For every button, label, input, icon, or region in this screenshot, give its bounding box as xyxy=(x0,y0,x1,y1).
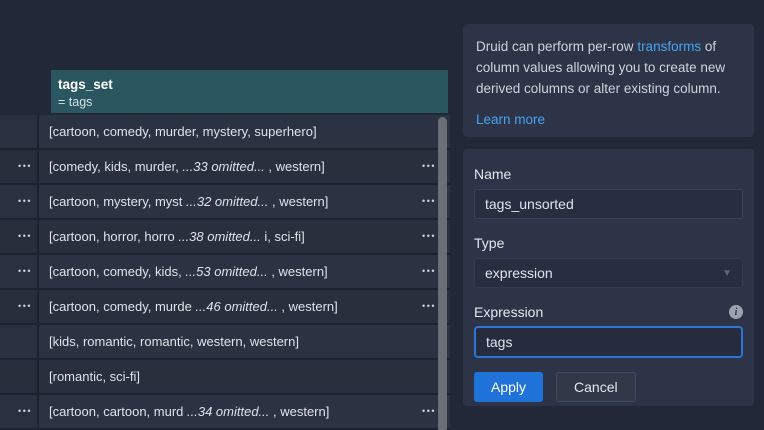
overflow-dots[interactable]: ••• xyxy=(422,162,436,171)
transforms-link[interactable]: transforms xyxy=(637,39,701,54)
name-input[interactable] xyxy=(474,189,743,219)
info-text: Druid can perform per-row xyxy=(476,39,637,54)
table-row: [romantic, sci-fi] xyxy=(0,360,450,395)
row-gutter: ••• xyxy=(0,185,39,220)
cell-value: [romantic, sci-fi] xyxy=(49,369,436,384)
overflow-dots[interactable]: ••• xyxy=(422,267,436,276)
chevron-down-icon: ▼ xyxy=(722,268,732,279)
type-select[interactable]: expression ▼ xyxy=(474,258,743,288)
scrollbar-thumb[interactable] xyxy=(438,117,447,430)
row-gutter: ••• xyxy=(0,290,39,325)
expression-input[interactable] xyxy=(474,326,743,358)
cell-value: [cartoon, mystery, myst ...32 omitted...… xyxy=(49,194,422,209)
cell-value: [cartoon, comedy, murder, mystery, super… xyxy=(49,124,436,139)
table-cell: [comedy, kids, murder, ...33 omitted... … xyxy=(39,150,450,185)
name-label: Name xyxy=(474,165,743,183)
apply-button[interactable]: Apply xyxy=(474,372,543,402)
row-gutter: ••• xyxy=(0,395,39,430)
overflow-dots[interactable]: ••• xyxy=(422,197,436,206)
row-gutter xyxy=(0,115,39,150)
type-label: Type xyxy=(474,234,743,252)
cell-value: [cartoon, comedy, murde ...46 omitted...… xyxy=(49,299,422,314)
table-cell: [cartoon, comedy, kids, ...53 omitted...… xyxy=(39,255,450,290)
overflow-dots[interactable]: ••• xyxy=(18,302,32,311)
info-icon[interactable]: i xyxy=(729,305,743,319)
table-cell: [cartoon, comedy, murder, mystery, super… xyxy=(39,115,450,150)
table-row: ••• [cartoon, cartoon, murd ...34 omitte… xyxy=(0,395,450,430)
type-select-value: expression xyxy=(485,265,553,281)
cell-value: [cartoon, comedy, kids, ...53 omitted...… xyxy=(49,264,422,279)
vertical-scrollbar[interactable] xyxy=(438,117,447,430)
cell-value: [cartoon, horror, horro ...38 omitted...… xyxy=(49,229,422,244)
row-gutter xyxy=(0,325,39,360)
table-row: [kids, romantic, romantic, western, west… xyxy=(0,325,450,360)
column-name: tags_set xyxy=(58,76,448,93)
table-cell: [cartoon, comedy, murde ...46 omitted...… xyxy=(39,290,450,325)
overflow-dots[interactable]: ••• xyxy=(18,162,32,171)
table-row: ••• [cartoon, horror, horro ...38 omitte… xyxy=(0,220,450,255)
learn-more-link[interactable]: Learn more xyxy=(476,109,545,130)
column-header-tags-set[interactable]: tags_set = tags xyxy=(51,70,448,113)
table-row: ••• [comedy, kids, murder, ...33 omitted… xyxy=(0,150,450,185)
overflow-dots[interactable]: ••• xyxy=(422,407,436,416)
row-gutter: ••• xyxy=(0,150,39,185)
cell-value: [comedy, kids, murder, ...33 omitted... … xyxy=(49,159,422,174)
column-formula: = tags xyxy=(58,94,448,110)
overflow-dots[interactable]: ••• xyxy=(422,302,436,311)
overflow-dots[interactable]: ••• xyxy=(18,197,32,206)
table-row: [cartoon, comedy, murder, mystery, super… xyxy=(0,115,450,150)
overflow-dots[interactable]: ••• xyxy=(18,407,32,416)
cell-value: [cartoon, cartoon, murd ...34 omitted...… xyxy=(49,404,422,419)
table-row: ••• [cartoon, mystery, myst ...32 omitte… xyxy=(0,185,450,220)
table-cell: [cartoon, mystery, myst ...32 omitted...… xyxy=(39,185,450,220)
row-gutter: ••• xyxy=(0,255,39,290)
overflow-dots[interactable]: ••• xyxy=(422,232,436,241)
row-gutter xyxy=(0,360,39,395)
table-cell: [cartoon, cartoon, murd ...34 omitted...… xyxy=(39,395,450,430)
table-row: ••• [cartoon, comedy, kids, ...53 omitte… xyxy=(0,255,450,290)
table-row: ••• [cartoon, comedy, murde ...46 omitte… xyxy=(0,290,450,325)
expression-label: Expression xyxy=(474,303,543,321)
overflow-dots[interactable]: ••• xyxy=(18,232,32,241)
cell-value: [kids, romantic, romantic, western, west… xyxy=(49,334,436,349)
transform-form-panel: Name Type expression ▼ Expression i Appl… xyxy=(463,149,754,406)
table-cell: [cartoon, horror, horro ...38 omitted...… xyxy=(39,220,450,255)
cancel-button[interactable]: Cancel xyxy=(556,372,636,402)
preview-table: [cartoon, comedy, murder, mystery, super… xyxy=(0,115,450,430)
overflow-dots[interactable]: ••• xyxy=(18,267,32,276)
transform-info-panel: Druid can perform per-row transforms of … xyxy=(463,24,754,137)
druid-transform-editor: tags_set = tags [cartoon, comedy, murder… xyxy=(0,0,764,430)
table-cell: [romantic, sci-fi] xyxy=(39,360,450,395)
row-gutter: ••• xyxy=(0,220,39,255)
table-cell: [kids, romantic, romantic, western, west… xyxy=(39,325,450,360)
